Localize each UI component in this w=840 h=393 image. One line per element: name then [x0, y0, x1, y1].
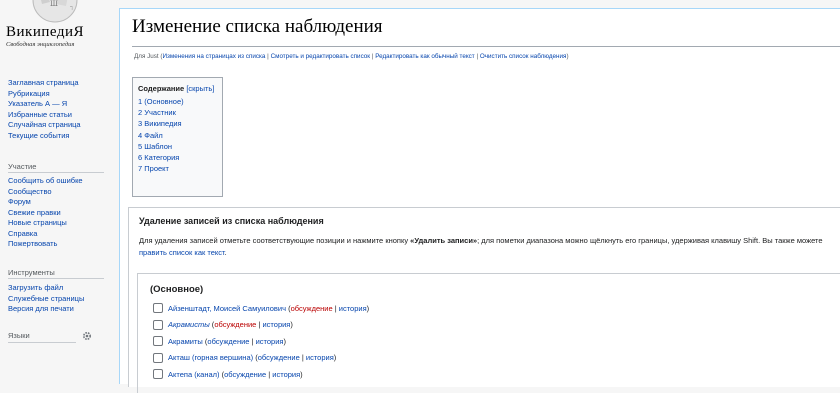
form-title: Удаление записей из списка наблюдения: [139, 216, 324, 226]
talk-link[interactable]: обсуждение: [214, 320, 256, 329]
sidebar: Ш ד ВикипедиЯ Свободная энциклопедия Заг…: [0, 0, 120, 384]
row-checkbox[interactable]: [153, 369, 163, 379]
gear-icon[interactable]: [82, 331, 92, 341]
toc-header: Содержание [скрыть]: [138, 84, 217, 93]
nav-link-new-pages[interactable]: Новые страницы: [8, 218, 83, 229]
watchlist-row: Акташ (горная вершина) (обсуждение | ист…: [153, 351, 336, 365]
nav-link-upload[interactable]: Загрузить файл: [8, 283, 84, 294]
page-title-link[interactable]: Акташ (горная вершина): [168, 353, 253, 362]
nav-divider: [8, 278, 104, 279]
toc-toggle-link[interactable]: [скрыть]: [186, 84, 214, 93]
talk-link[interactable]: обсуждение: [291, 304, 333, 313]
history-link[interactable]: история: [256, 337, 284, 346]
table-of-contents: Содержание [скрыть] 1 (Основное) 2 Участ…: [132, 77, 223, 197]
nav-link-special-pages[interactable]: Служебные страницы: [8, 294, 84, 305]
paren-close: ): [366, 303, 370, 313]
desc-text: .: [224, 247, 227, 257]
history-link[interactable]: история: [262, 320, 290, 329]
nav-heading-participation[interactable]: Участие: [8, 162, 36, 171]
watchlist-row: Акрамисты (обсуждение | история): [153, 318, 293, 332]
link-edit-as-text[interactable]: править список как текст: [139, 248, 225, 257]
row-checkbox[interactable]: [153, 319, 163, 330]
title-divider: [132, 46, 840, 47]
desc-text: Для удаления записей отметьте соответств…: [139, 236, 411, 245]
logo-tagline: Свободная энциклопедия: [6, 41, 75, 48]
svg-text:ד: ד: [70, 5, 73, 12]
history-link[interactable]: история: [339, 304, 367, 313]
desc-bold: «Удалить записи»: [410, 236, 478, 245]
watchlist-row: Акрамиты (обсуждение | история): [153, 334, 286, 348]
talk-link[interactable]: обсуждение: [258, 353, 300, 362]
nav-heading-languages[interactable]: Языки: [8, 331, 30, 340]
paren-close: ): [283, 336, 286, 346]
toc-item[interactable]: 7 Проект: [138, 163, 217, 174]
nav-divider: [8, 172, 104, 173]
page-title-link[interactable]: Актепа (канал): [168, 370, 220, 379]
nav-link-index[interactable]: Указатель А — Я: [8, 99, 81, 110]
nav-link-print-version[interactable]: Версия для печати: [8, 304, 84, 315]
nav-link-current-events[interactable]: Текущие события: [8, 131, 81, 142]
desc-text: ; для пометки диапазона можно щёлкнуть е…: [477, 236, 823, 245]
nav-link-random[interactable]: Случайная страница: [8, 120, 81, 131]
subtitle-suffix: ): [566, 53, 569, 60]
row-checkbox[interactable]: [153, 352, 163, 363]
row-checkbox[interactable]: [153, 303, 163, 313]
nav-tools: Загрузить файл Служебные страницы Версия…: [8, 283, 84, 315]
nav-link-featured[interactable]: Избранные статьи: [8, 110, 81, 121]
page-subtitle: Для Just (Изменения на страницах из спис…: [134, 53, 569, 60]
toc-item[interactable]: 5 Шаблон: [138, 141, 217, 152]
svg-text:Ш: Ш: [50, 0, 58, 8]
paren-close: ): [290, 320, 293, 329]
link-watchlist-changes[interactable]: Изменения на страницах из списка: [163, 53, 266, 60]
toc-item[interactable]: 3 Википедия: [138, 118, 217, 129]
history-link[interactable]: история: [306, 353, 334, 362]
toc-item[interactable]: 2 Участник: [138, 107, 217, 118]
toc-item[interactable]: 6 Категория: [138, 152, 217, 163]
nav-main: Заглавная страница Рубрикация Указатель …: [8, 78, 81, 141]
link-edit-raw[interactable]: Редактировать как обычный текст: [375, 53, 475, 60]
row-checkbox[interactable]: [153, 336, 163, 346]
watchlist-row: Актепа (канал) (обсуждение | история): [153, 367, 303, 381]
wikipedia-globe-logo[interactable]: Ш ד: [20, 0, 90, 24]
watchlist-row: Айзенштадт, Моисей Самуилович (обсуждени…: [153, 301, 369, 315]
history-link[interactable]: история: [272, 370, 300, 379]
nav-link-donate[interactable]: Пожертвовать: [8, 239, 83, 250]
nav-link-report-error[interactable]: Сообщить об ошибке: [8, 176, 83, 187]
subtitle-prefix: Для Just (: [134, 53, 163, 60]
talk-link[interactable]: обсуждение: [207, 337, 249, 346]
main-content: Изменение списка наблюдения Для Just (Из…: [119, 8, 840, 393]
namespace-fieldset: (Основное) Айзенштадт, Моисей Самуилович…: [137, 273, 840, 393]
nav-participation: Сообщить об ошибке Сообщество Форум Свеж…: [8, 176, 83, 250]
toc-list: 1 (Основное) 2 Участник 3 Википедия 4 Фа…: [138, 96, 217, 174]
toc-item[interactable]: 4 Файл: [138, 130, 217, 141]
talk-link[interactable]: обсуждение: [224, 370, 266, 379]
link-clear-watchlist[interactable]: Очистить список наблюдения: [480, 53, 567, 60]
nav-link-help[interactable]: Справка: [8, 229, 83, 240]
toc-title: Содержание: [138, 84, 185, 93]
page-title: Изменение списка наблюдения: [132, 16, 383, 37]
page-title-link[interactable]: Акрамисты: [168, 320, 210, 329]
nav-heading-tools[interactable]: Инструменты: [8, 268, 55, 277]
nav-divider: [8, 342, 76, 343]
link-view-edit-list[interactable]: Смотреть и редактировать список: [271, 53, 370, 60]
logo-wordmark[interactable]: ВикипедиЯ: [6, 24, 84, 41]
toc-item[interactable]: 1 (Основное): [138, 96, 217, 107]
paren-close: ): [333, 353, 337, 362]
paren-close: ): [300, 369, 303, 379]
nav-link-forum[interactable]: Форум: [8, 197, 83, 208]
form-description: Для удаления записей отметьте соответств…: [139, 235, 829, 258]
nav-link-categories[interactable]: Рубрикация: [8, 89, 81, 100]
page-title-link[interactable]: Айзенштадт, Моисей Самуилович: [168, 304, 286, 313]
page-title-link[interactable]: Акрамиты: [168, 337, 203, 346]
nav-link-recent-changes[interactable]: Свежие правки: [8, 208, 83, 219]
nav-link-community[interactable]: Сообщество: [8, 187, 83, 198]
remove-entries-form: Удаление записей из списка наблюдения Дл…: [128, 207, 840, 393]
nav-link-main-page[interactable]: Заглавная страница: [8, 78, 81, 89]
namespace-title: (Основное): [150, 284, 204, 295]
